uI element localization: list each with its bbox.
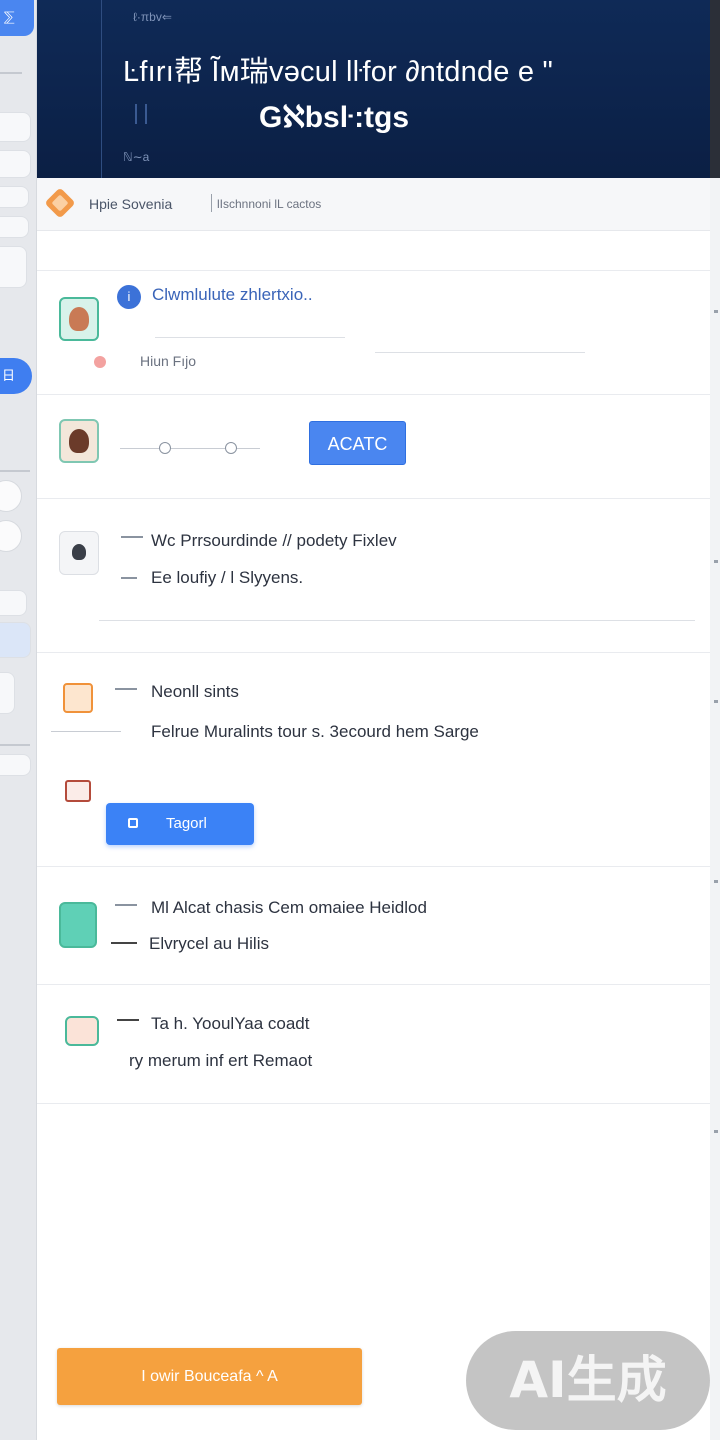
ai-watermark: AI生成	[466, 1331, 710, 1430]
avatar[interactable]	[59, 419, 99, 463]
row-line-1: Wc Prrsourdinde // podety Fixlev	[151, 531, 397, 550]
row-line-1: Ml Alcat chasis Cem omaiee Heidlod	[151, 898, 427, 917]
row-meta: Hiun Fıjo	[140, 353, 197, 369]
sidebar-divider	[0, 470, 30, 472]
bottom-action-button[interactable]: I owir Bouceafa ^ A	[57, 1348, 362, 1405]
logo-icon	[44, 187, 76, 219]
row-line-2: Felrue Muralints tour s. 3ecourd hem Sar…	[151, 722, 479, 741]
avatar[interactable]	[59, 531, 99, 575]
arrow-icon	[121, 577, 137, 583]
scroll-tick	[714, 700, 718, 703]
slider-handle[interactable]	[159, 442, 171, 454]
row-title-link[interactable]: Clwmlulute zhlertxio..	[152, 285, 313, 305]
scroll-tick	[714, 880, 718, 883]
toolbar-label[interactable]: Hpie Sovenia	[89, 196, 172, 212]
toolbar-secondary-label[interactable]: lIschnnoni lL cactos	[217, 197, 321, 211]
hero-decoration	[135, 104, 147, 124]
hero-header: ℓ·πbv⇐ Ŀfırı帮 Ĩм瑞vəcul lŀfor ∂ntdnde e "…	[37, 0, 710, 178]
row-line-2: ry merum inf ert Remaot	[129, 1051, 313, 1070]
right-edge-thumbnail	[710, 0, 720, 178]
row-line-1: Ta h. YooulYaa coadt	[151, 1014, 310, 1033]
button-label: Tagorl	[166, 815, 207, 832]
hero-divider	[101, 0, 102, 178]
person-icon	[72, 544, 86, 560]
folder-icon[interactable]	[63, 683, 93, 713]
row-underline	[99, 620, 695, 621]
dash-icon	[111, 942, 137, 948]
sidebar-item[interactable]	[0, 754, 31, 776]
sidebar-item[interactable]	[0, 672, 15, 714]
chevron-icon	[121, 536, 143, 542]
sidebar-item[interactable]	[0, 112, 31, 142]
row-line-2: Ee loufiy / l Slyyens.	[151, 568, 304, 587]
left-sidebar: ⅀ 日	[0, 0, 37, 1440]
breadcrumb[interactable]: ℓ·πbv⇐	[133, 10, 172, 24]
cta-button[interactable]: ACATC	[309, 421, 406, 465]
sidebar-circle-button[interactable]	[0, 520, 22, 552]
chevron-icon	[115, 688, 137, 694]
row-underline	[51, 731, 121, 732]
button-icon	[128, 818, 138, 828]
sidebar-top-button[interactable]: ⅀	[0, 0, 34, 36]
toolbar: Hpie Sovenia lIschnnoni lL cactos	[37, 178, 710, 231]
row-line-1: Neonll sints	[151, 682, 239, 701]
sidebar-item[interactable]	[0, 590, 27, 616]
sidebar-divider	[0, 744, 30, 746]
row-divider	[37, 498, 710, 499]
person-icon	[69, 307, 89, 331]
image-icon[interactable]	[65, 1016, 99, 1046]
right-edge-panel	[709, 0, 720, 1440]
row-line-2: Elvrycel au Hilis	[149, 934, 269, 953]
row-underline	[155, 337, 345, 338]
sidebar-item[interactable]	[0, 150, 31, 178]
sidebar-item[interactable]	[0, 622, 31, 658]
primary-action-button[interactable]: Tagorl	[106, 803, 254, 845]
sidebar-circle-button[interactable]	[0, 480, 22, 512]
chevron-icon	[117, 1019, 139, 1025]
row-divider	[37, 652, 710, 653]
status-dot	[94, 356, 106, 368]
sidebar-item[interactable]	[0, 186, 29, 208]
person-icon	[69, 429, 89, 453]
scroll-tick	[714, 1130, 718, 1133]
scroll-tick	[714, 310, 718, 313]
avatar[interactable]	[59, 297, 99, 341]
page-title: Ŀfırı帮 Ĩм瑞vəcul lŀfor ∂ntdnde e "	[123, 56, 553, 88]
sidebar-active-item[interactable]: 日	[0, 358, 32, 394]
row-divider	[37, 866, 710, 867]
scroll-tick	[714, 560, 718, 563]
sidebar-divider	[0, 72, 22, 74]
row-divider	[37, 394, 710, 395]
slider-handle[interactable]	[225, 442, 237, 454]
info-icon: i	[117, 285, 141, 309]
tool-icon[interactable]	[65, 780, 91, 802]
row-divider	[37, 1103, 710, 1104]
sidebar-item[interactable]	[0, 246, 27, 288]
slider-track[interactable]	[120, 448, 260, 449]
row-divider	[37, 984, 710, 985]
row-underline	[375, 352, 585, 353]
hero-footnote: ℕ∼a	[123, 150, 150, 164]
toolbar-separator	[211, 194, 212, 212]
chevron-icon	[115, 904, 137, 910]
app-icon[interactable]	[59, 902, 97, 948]
page-subtitle: Gℵbsŀ:tgs	[259, 101, 410, 134]
sidebar-item[interactable]	[0, 216, 29, 238]
row-divider	[37, 270, 710, 271]
main-panel: ℓ·πbv⇐ Ŀfırı帮 Ĩм瑞vəcul lŀfor ∂ntdnde e "…	[37, 0, 710, 1440]
